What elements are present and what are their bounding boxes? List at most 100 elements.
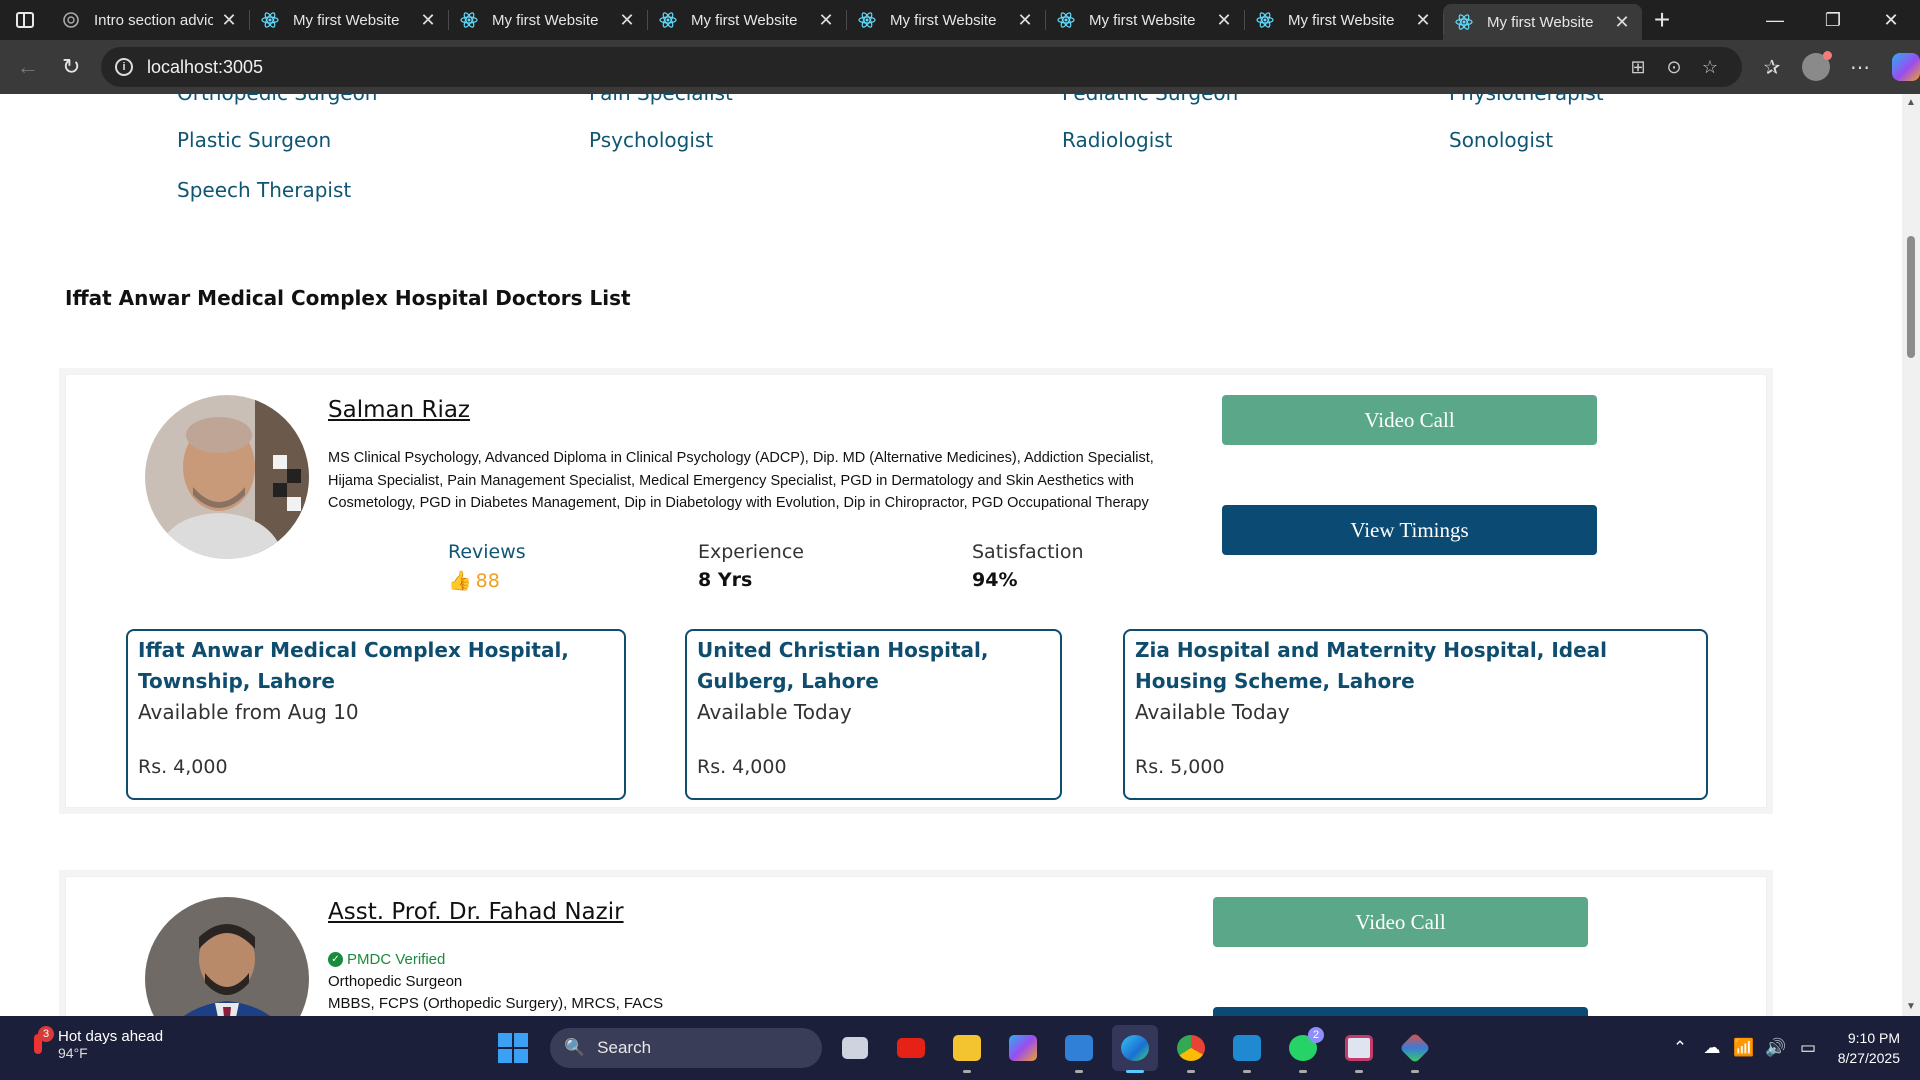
edge-browser-icon[interactable] [1112, 1025, 1158, 1073]
page-scrollbar[interactable]: ▲ ▼ [1902, 94, 1920, 1016]
wifi-icon[interactable]: 📶 [1728, 1038, 1760, 1058]
favorites-icon[interactable]: ✰ [1750, 55, 1794, 80]
tab-my-first-website-active[interactable]: My first Website ✕ [1443, 4, 1642, 40]
clock[interactable]: 9:10 PM 8/27/2025 [1824, 1028, 1920, 1068]
specialty-link[interactable]: Physiotherapist [1449, 94, 1604, 105]
verified-label: PMDC Verified [347, 951, 446, 968]
chrome-icon[interactable] [1168, 1025, 1214, 1073]
tab-strip: Intro section advic ✕ My first Website ✕… [0, 0, 1920, 40]
hospital-option[interactable]: United Christian Hospital, Gulberg, Laho… [685, 629, 1062, 800]
specialty-link[interactable]: Sonologist [1449, 128, 1553, 152]
doctor-photo [145, 897, 309, 1016]
window-controls: — ❐ ✕ [1746, 0, 1920, 40]
windows-start-icon[interactable] [498, 1033, 528, 1063]
copilot-icon[interactable] [1891, 53, 1920, 81]
close-tab-icon[interactable]: ✕ [1216, 10, 1232, 31]
taskbar-search[interactable]: 🔍 Search [550, 1028, 822, 1068]
doctor-photo [145, 395, 309, 559]
close-tab-icon[interactable]: ✕ [619, 10, 635, 31]
minimize-icon[interactable]: — [1746, 0, 1804, 40]
new-tab-button[interactable]: + [1642, 4, 1682, 36]
copilot-app-icon[interactable] [1000, 1025, 1046, 1071]
tab-my-first-website[interactable]: My first Website ✕ [448, 0, 647, 40]
doctor-stats: Reviews 👍 88 Experience 8 Yrs Satisfacti… [66, 541, 1084, 601]
task-view-icon[interactable] [832, 1025, 878, 1071]
whatsapp-badge: 2 [1308, 1027, 1324, 1043]
scrollbar-thumb[interactable] [1907, 236, 1915, 358]
tab-my-first-website[interactable]: My first Website ✕ [846, 0, 1045, 40]
close-tab-icon[interactable]: ✕ [818, 10, 834, 31]
close-window-icon[interactable]: ✕ [1862, 0, 1920, 40]
specialty-link[interactable]: Psychologist [589, 128, 713, 152]
thumbs-up-icon: 👍 [448, 570, 472, 592]
satisfaction-stat: Satisfaction 94% [972, 541, 1084, 591]
restore-icon[interactable]: ❐ [1804, 0, 1862, 40]
hospital-option[interactable]: Iffat Anwar Medical Complex Hospital, To… [126, 629, 626, 800]
react-icon [858, 12, 876, 28]
volume-icon[interactable]: 🔊 [1760, 1038, 1792, 1058]
close-tab-icon[interactable]: ✕ [1614, 12, 1630, 33]
doctor-name-link[interactable]: Salman Riaz [328, 397, 470, 423]
url-field[interactable]: i localhost:3005 ⊞ ⊙ ☆ [100, 47, 1742, 87]
tab-my-first-website[interactable]: My first Website ✕ [1244, 0, 1443, 40]
tab-my-first-website[interactable]: My first Website ✕ [647, 0, 846, 40]
tab-actions-button[interactable] [0, 0, 50, 40]
close-tab-icon[interactable]: ✕ [1415, 10, 1431, 31]
video-call-button[interactable]: Video Call [1222, 395, 1597, 445]
favorite-star-icon[interactable]: ☆ [1692, 57, 1728, 78]
settings-more-icon[interactable]: ⋯ [1838, 55, 1882, 80]
pmdc-verified-badge: ✓ PMDC Verified [328, 951, 445, 968]
whatsapp-icon[interactable]: 2 [1280, 1025, 1326, 1073]
scroll-up-icon[interactable]: ▲ [1902, 94, 1920, 112]
tab-my-first-website[interactable]: My first Website ✕ [1045, 0, 1244, 40]
git-app-icon[interactable] [1392, 1025, 1438, 1073]
chevron-up-icon[interactable]: ⌃ [1664, 1038, 1696, 1058]
snipping-tool-icon[interactable] [1336, 1025, 1382, 1073]
hospital-availability: Available Today [1135, 700, 1290, 724]
view-timings-button[interactable]: View Timings [1222, 505, 1597, 555]
page-viewport: Orthopedic Surgeon Pain Specialist Pedia… [0, 94, 1920, 1016]
specialty-link[interactable]: Pain Specialist [589, 94, 733, 105]
specialty-link[interactable]: Pediatric Surgeon [1062, 94, 1238, 105]
scroll-down-icon[interactable]: ▼ [1902, 998, 1920, 1016]
specialty-link[interactable]: Orthopedic Surgeon [177, 94, 377, 105]
file-explorer-icon[interactable] [944, 1025, 990, 1073]
weather-widget[interactable]: 3 Hot days ahead 94°F [26, 1025, 164, 1061]
tab-my-first-website[interactable]: My first Website ✕ [249, 0, 448, 40]
microsoft-store-icon[interactable] [1056, 1025, 1102, 1073]
view-timings-button[interactable] [1213, 1007, 1588, 1016]
more-tools-icon[interactable]: ⊙ [1656, 57, 1692, 78]
weather-title: Hot days ahead [58, 1028, 164, 1045]
video-call-button[interactable]: Video Call [1213, 897, 1588, 947]
close-tab-icon[interactable]: ✕ [1017, 10, 1033, 31]
youtube-icon[interactable] [888, 1025, 934, 1071]
url-text[interactable]: localhost:3005 [147, 57, 1620, 78]
close-tab-icon[interactable]: ✕ [221, 10, 237, 31]
battery-icon[interactable]: ▭ [1792, 1038, 1824, 1058]
doctor-qualifications: MS Clinical Psychology, Advanced Diploma… [328, 450, 1154, 511]
react-icon [1256, 12, 1274, 28]
doctor-name-link[interactable]: Asst. Prof. Dr. Fahad Nazir [328, 899, 624, 925]
reviews-stat: Reviews 👍 88 [448, 541, 526, 592]
check-circle-icon: ✓ [328, 952, 343, 967]
tab-title: My first Website [1487, 13, 1594, 31]
specialty-link[interactable]: Speech Therapist [177, 178, 351, 202]
hospital-availability: Available from Aug 10 [138, 700, 359, 724]
system-tray: ⌃ ☁ 📶 🔊 ▭ 9:10 PM 8/27/2025 [1664, 1016, 1920, 1080]
close-tab-icon[interactable]: ✕ [420, 10, 436, 31]
hospital-option[interactable]: Zia Hospital and Maternity Hospital, Ide… [1123, 629, 1708, 800]
react-icon [1057, 12, 1075, 28]
tab-intro-section[interactable]: Intro section advic ✕ [50, 0, 249, 40]
globe-icon [63, 12, 79, 28]
vscode-icon[interactable] [1224, 1025, 1270, 1073]
site-info-icon[interactable]: i [114, 58, 133, 76]
specialty-link[interactable]: Radiologist [1062, 128, 1173, 152]
app-available-icon[interactable]: ⊞ [1620, 57, 1656, 78]
specialty-link[interactable]: Plastic Surgeon [177, 128, 331, 152]
windows-taskbar: 3 Hot days ahead 94°F 🔍 Search 2 ⌃ ☁ 📶 🔊… [0, 1016, 1920, 1080]
tab-title: My first Website [293, 11, 400, 29]
profile-avatar-icon[interactable] [1801, 51, 1832, 81]
onedrive-cloud-icon[interactable]: ☁ [1696, 1038, 1728, 1058]
back-icon[interactable]: ← [6, 47, 49, 87]
reload-icon[interactable]: ↻ [49, 47, 92, 87]
